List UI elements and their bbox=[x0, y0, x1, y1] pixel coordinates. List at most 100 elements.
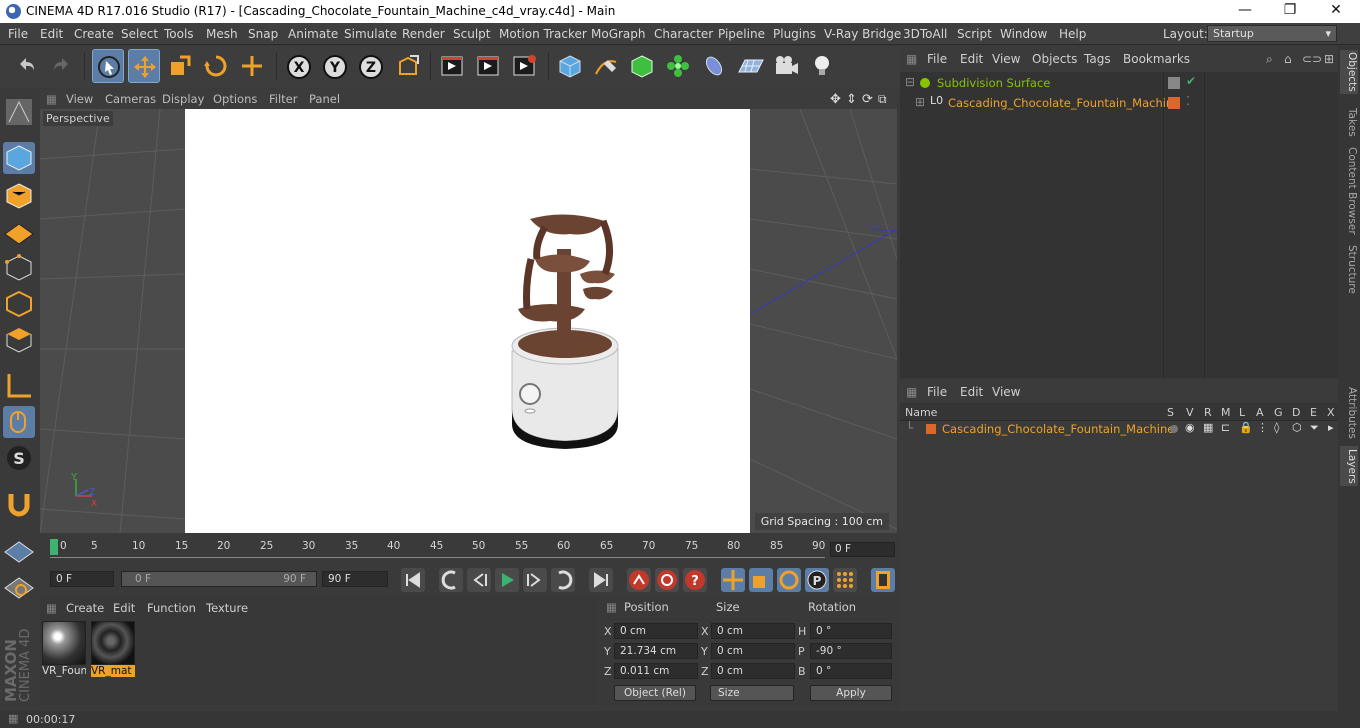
record-keyframe-button[interactable] bbox=[627, 568, 651, 592]
play-button[interactable] bbox=[495, 568, 519, 592]
search-icon[interactable]: ⌕ bbox=[1266, 52, 1273, 67]
column-flag[interactable]: L bbox=[1239, 406, 1245, 419]
menu-simulate[interactable]: Simulate bbox=[344, 27, 397, 41]
polygons-mode-button[interactable] bbox=[3, 324, 35, 356]
viewport-menu-panel[interactable]: Panel bbox=[309, 92, 340, 106]
material-label[interactable]: VR_Foun bbox=[42, 665, 86, 677]
scale-key-button[interactable] bbox=[749, 568, 773, 592]
tab-objects[interactable]: Objects bbox=[1340, 50, 1358, 94]
locked-workplane-button[interactable] bbox=[3, 570, 35, 602]
x-axis-lock-button[interactable]: X bbox=[282, 49, 314, 83]
column-flag[interactable]: A bbox=[1256, 406, 1264, 419]
pan-view-icon[interactable]: ✥ bbox=[830, 92, 841, 107]
new-panel-icon[interactable]: ⊞ bbox=[1324, 52, 1334, 66]
maximize-view-icon[interactable]: ⧉ bbox=[878, 92, 887, 107]
expand-icon[interactable]: ⊞ bbox=[915, 95, 925, 109]
tab-structure[interactable]: Structure bbox=[1340, 242, 1358, 296]
material-menu-edit[interactable]: Edit bbox=[113, 601, 135, 615]
tab-takes[interactable]: Takes bbox=[1340, 104, 1358, 140]
position-z-field[interactable]: 0.011 cm bbox=[614, 663, 698, 679]
solo-icon[interactable] bbox=[1170, 425, 1178, 433]
render-to-picture-viewer-button[interactable] bbox=[472, 49, 504, 83]
tag-icon[interactable] bbox=[1168, 77, 1180, 89]
column-flag[interactable]: G bbox=[1274, 406, 1283, 419]
go-to-start-button[interactable] bbox=[401, 568, 425, 592]
visibility-dots-icon[interactable]: ⁚ bbox=[1186, 94, 1190, 108]
undo-button[interactable] bbox=[10, 49, 42, 83]
timeline-window-button[interactable] bbox=[871, 568, 895, 592]
material-swatch-vr-mat[interactable] bbox=[91, 621, 135, 665]
edges-mode-button[interactable] bbox=[3, 288, 35, 320]
parameter-key-button[interactable]: P bbox=[805, 568, 829, 592]
end-frame-field[interactable]: 90 F bbox=[322, 571, 388, 587]
timeline[interactable]: 0 5 10 15 20 25 30 35 40 45 50 55 60 65 … bbox=[40, 535, 897, 565]
menu-select[interactable]: Select bbox=[121, 27, 158, 41]
redo-button[interactable] bbox=[46, 49, 78, 83]
model-mode-button[interactable] bbox=[3, 142, 35, 174]
rotation-h-field[interactable]: 0 ° bbox=[810, 623, 892, 639]
generators-icon[interactable]: ◊ bbox=[1274, 421, 1279, 434]
rotate-tool-button[interactable] bbox=[200, 49, 232, 83]
rotation-b-field[interactable]: 0 ° bbox=[810, 663, 892, 679]
camera-object-button[interactable] bbox=[770, 49, 802, 83]
menu-vray-bridge[interactable]: V-Ray Bridge bbox=[824, 27, 901, 41]
menu-edit[interactable]: Edit bbox=[40, 27, 63, 41]
object-name[interactable]: Subdivision Surface bbox=[937, 76, 1050, 90]
keyframe-selection-button[interactable]: ? bbox=[683, 568, 707, 592]
zoom-view-icon[interactable]: ⇕ bbox=[846, 92, 857, 107]
home-icon[interactable]: ⌂ bbox=[1284, 52, 1292, 66]
size-x-field[interactable]: 0 cm bbox=[711, 623, 795, 639]
menu-pipeline[interactable]: Pipeline bbox=[718, 27, 765, 41]
material-menu-texture[interactable]: Texture bbox=[206, 601, 248, 615]
viewport-menu-options[interactable]: Options bbox=[213, 92, 257, 106]
live-select-button[interactable] bbox=[92, 49, 124, 83]
material-menu-create[interactable]: Create bbox=[66, 601, 104, 615]
render-icon[interactable]: ▦ bbox=[1203, 421, 1213, 434]
y-axis-lock-button[interactable]: Y bbox=[318, 49, 350, 83]
object-row-subdivision[interactable]: ⊟ Subdivision Surface ✔ bbox=[900, 74, 1338, 92]
layer-color-icon[interactable] bbox=[1168, 97, 1180, 109]
manager-icon[interactable]: ⊏ bbox=[1221, 421, 1230, 434]
tab-layers[interactable]: Layers bbox=[1340, 446, 1358, 486]
cloner-button[interactable] bbox=[662, 49, 694, 83]
tab-attributes[interactable]: Attributes bbox=[1340, 382, 1358, 444]
object-menu-tags[interactable]: Tags bbox=[1084, 52, 1111, 66]
size-y-field[interactable]: 0 cm bbox=[711, 643, 795, 659]
menu-3dtoall[interactable]: 3DToAll bbox=[903, 27, 947, 41]
layer-menu-file[interactable]: File bbox=[927, 385, 947, 399]
position-y-field[interactable]: 21.734 cm bbox=[614, 643, 698, 659]
snapping-button[interactable]: S bbox=[3, 442, 35, 474]
deformer-button[interactable] bbox=[698, 49, 730, 83]
enabled-check-icon[interactable]: ✔ bbox=[1186, 74, 1196, 88]
recent-tool-button[interactable] bbox=[236, 49, 268, 83]
column-flag[interactable]: M bbox=[1221, 406, 1231, 419]
viewport-menu-cameras[interactable]: Cameras bbox=[105, 92, 156, 106]
menu-mesh[interactable]: Mesh bbox=[206, 27, 238, 41]
z-axis-lock-button[interactable]: Z bbox=[354, 49, 386, 83]
layer-name[interactable]: Cascading_Chocolate_Fountain_Machine bbox=[942, 422, 1174, 436]
render-settings-button[interactable] bbox=[508, 49, 540, 83]
apply-button[interactable]: Apply bbox=[810, 685, 892, 701]
menu-file[interactable]: File bbox=[8, 27, 28, 41]
cube-object-button[interactable] bbox=[554, 49, 586, 83]
menu-tools[interactable]: Tools bbox=[164, 27, 194, 41]
timeline-ruler[interactable]: 0 5 10 15 20 25 30 35 40 45 50 55 60 65 … bbox=[50, 537, 825, 561]
lock-icon[interactable]: 🔒 bbox=[1239, 421, 1253, 434]
size-mode-select[interactable]: Size bbox=[710, 685, 794, 701]
object-menu-bookmarks[interactable]: Bookmarks bbox=[1123, 52, 1190, 66]
object-menu-edit[interactable]: Edit bbox=[960, 52, 983, 66]
magnet-button[interactable] bbox=[3, 488, 35, 520]
coordinate-system-button[interactable] bbox=[392, 49, 424, 83]
light-object-button[interactable] bbox=[806, 49, 838, 83]
previous-key-button[interactable] bbox=[439, 568, 463, 592]
3d-viewport[interactable]: Y Z X Perspective Grid Spacing : 100 cm bbox=[40, 109, 897, 533]
next-frame-button[interactable] bbox=[523, 568, 547, 592]
point-level-key-button[interactable] bbox=[833, 568, 857, 592]
object-menu-file[interactable]: File bbox=[927, 52, 947, 66]
floor-object-button[interactable] bbox=[734, 49, 766, 83]
layer-row[interactable]: └ Cascading_Chocolate_Fountain_Machine ◉… bbox=[900, 421, 1338, 438]
scale-tool-button[interactable] bbox=[164, 49, 196, 83]
column-flag[interactable]: V bbox=[1186, 406, 1194, 419]
object-menu-view[interactable]: View bbox=[992, 52, 1020, 66]
playhead[interactable] bbox=[50, 539, 58, 555]
